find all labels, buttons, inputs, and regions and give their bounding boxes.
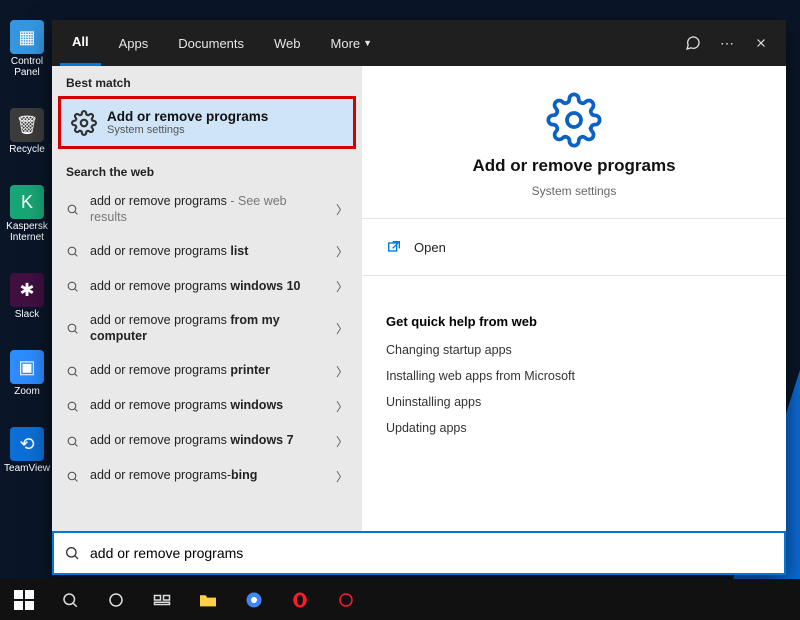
section-best-match: Best match	[52, 66, 362, 96]
web-suggestion[interactable]: add or remove programs-bing 〉	[52, 459, 362, 494]
chevron-right-icon: 〉	[336, 278, 348, 295]
best-match-subtitle: System settings	[107, 124, 268, 136]
app-icon: ✱	[10, 273, 44, 307]
web-suggestion[interactable]: add or remove programs - See web results…	[52, 185, 362, 234]
search-header: AllAppsDocumentsWebMore ▼ ⋯	[52, 20, 786, 66]
chevron-right-icon: 〉	[336, 243, 348, 260]
suggestion-text: add or remove programs - See web results	[90, 194, 326, 225]
search-icon	[66, 203, 80, 216]
tab-documents[interactable]: Documents	[166, 20, 256, 66]
web-suggestion[interactable]: add or remove programs list 〉	[52, 234, 362, 269]
web-suggestion[interactable]: add or remove programs printer 〉	[52, 354, 362, 389]
best-match-result[interactable]: Add or remove programs System settings	[58, 96, 356, 149]
search-icon	[64, 545, 82, 561]
web-suggestion[interactable]: add or remove programs from my computer 〉	[52, 304, 362, 353]
desktop-icon[interactable]: ⟲ TeamView	[6, 427, 48, 474]
desktop-icon-column: ▦Control Panel 🗑 Recycle KKaspersk Internet…	[6, 20, 48, 474]
search-icon	[66, 245, 80, 258]
divider	[362, 218, 786, 219]
gear-icon	[546, 92, 602, 148]
desktop-icon[interactable]: ✱ Slack	[6, 273, 48, 320]
tab-web[interactable]: Web	[262, 20, 313, 66]
search-icon	[66, 400, 80, 413]
desktop-icon-label: Zoom	[14, 386, 40, 397]
chevron-right-icon: 〉	[336, 398, 348, 415]
open-action[interactable]: Open	[386, 239, 762, 255]
detail-panel: Add or remove programs System settings O…	[362, 66, 786, 531]
gear-icon	[71, 110, 97, 136]
chevron-right-icon: 〉	[336, 201, 348, 218]
suggestion-text: add or remove programs from my computer	[90, 313, 326, 344]
chevron-right-icon: 〉	[336, 468, 348, 485]
suggestion-text: add or remove programs list	[90, 244, 326, 260]
close-icon[interactable]	[744, 26, 778, 60]
search-icon	[66, 365, 80, 378]
app-icon: ⟲	[10, 427, 44, 461]
desktop-icon[interactable]: 🗑 Recycle	[6, 108, 48, 155]
desktop-icon-label: Recycle	[9, 144, 45, 155]
taskbar	[0, 579, 800, 620]
web-suggestion[interactable]: add or remove programs windows 7 〉	[52, 424, 362, 459]
app-icon: K	[10, 185, 44, 219]
search-input[interactable]	[90, 545, 774, 561]
desktop-icon[interactable]: KKaspersk Internet	[6, 185, 48, 243]
file-explorer-icon[interactable]	[186, 579, 230, 620]
suggestion-text: add or remove programs printer	[90, 363, 326, 379]
quick-help-link[interactable]: Changing startup apps	[386, 337, 762, 363]
web-suggestion[interactable]: add or remove programs windows 10 〉	[52, 269, 362, 304]
search-icon	[66, 470, 80, 483]
opera-icon[interactable]	[278, 579, 322, 620]
suggestion-text: add or remove programs windows	[90, 398, 326, 414]
app-icon: ▦	[10, 20, 44, 54]
quick-help-link[interactable]: Installing web apps from Microsoft	[386, 363, 762, 389]
quick-help-title: Get quick help from web	[386, 314, 762, 329]
open-label: Open	[414, 240, 446, 255]
desktop-icon-label: Kaspersk Internet	[6, 221, 48, 243]
more-options-icon[interactable]: ⋯	[710, 26, 744, 60]
tab-apps[interactable]: Apps	[107, 20, 161, 66]
suggestion-text: add or remove programs-bing	[90, 468, 326, 484]
tab-more[interactable]: More ▼	[319, 20, 385, 66]
desktop-icon-label: TeamView	[4, 463, 50, 474]
search-tabs: AllAppsDocumentsWebMore ▼	[60, 20, 384, 66]
detail-hero: Add or remove programs System settings	[386, 92, 762, 198]
chevron-right-icon: 〉	[336, 433, 348, 450]
search-icon	[66, 435, 80, 448]
chevron-down-icon: ▼	[363, 38, 372, 48]
detail-title: Add or remove programs	[472, 156, 675, 176]
suggestion-text: add or remove programs windows 10	[90, 279, 326, 295]
desktop-icon-label: Slack	[15, 309, 39, 320]
start-search-flyout: AllAppsDocumentsWebMore ▼ ⋯ Best match A…	[52, 20, 786, 575]
desktop-icon[interactable]: ▦Control Panel	[6, 20, 48, 78]
quick-help-link[interactable]: Uninstalling apps	[386, 389, 762, 415]
chevron-right-icon: 〉	[336, 320, 348, 337]
start-button[interactable]	[2, 579, 46, 620]
search-bar[interactable]	[52, 531, 786, 575]
detail-subtitle: System settings	[532, 184, 617, 198]
desktop-icon-label: Control Panel	[6, 56, 48, 78]
feedback-icon[interactable]	[676, 26, 710, 60]
cortana-icon[interactable]	[94, 579, 138, 620]
best-match-title: Add or remove programs	[107, 109, 268, 124]
tab-all[interactable]: All	[60, 20, 101, 66]
chrome-icon[interactable]	[232, 579, 276, 620]
opera-gx-icon[interactable]	[324, 579, 368, 620]
app-icon: ▣	[10, 350, 44, 384]
suggestion-text: add or remove programs windows 7	[90, 433, 326, 449]
taskbar-search-icon[interactable]	[48, 579, 92, 620]
desktop-icon[interactable]: ▣ Zoom	[6, 350, 48, 397]
task-view-icon[interactable]	[140, 579, 184, 620]
section-search-web: Search the web	[52, 155, 362, 185]
results-panel: Best match Add or remove programs System…	[52, 66, 362, 531]
quick-help-link[interactable]: Updating apps	[386, 415, 762, 441]
web-suggestion[interactable]: add or remove programs windows 〉	[52, 389, 362, 424]
chevron-right-icon: 〉	[336, 363, 348, 380]
divider	[362, 275, 786, 276]
search-icon	[66, 322, 80, 335]
app-icon: 🗑	[10, 108, 44, 142]
search-icon	[66, 280, 80, 293]
windows-logo-icon	[14, 590, 34, 610]
open-icon	[386, 239, 402, 255]
